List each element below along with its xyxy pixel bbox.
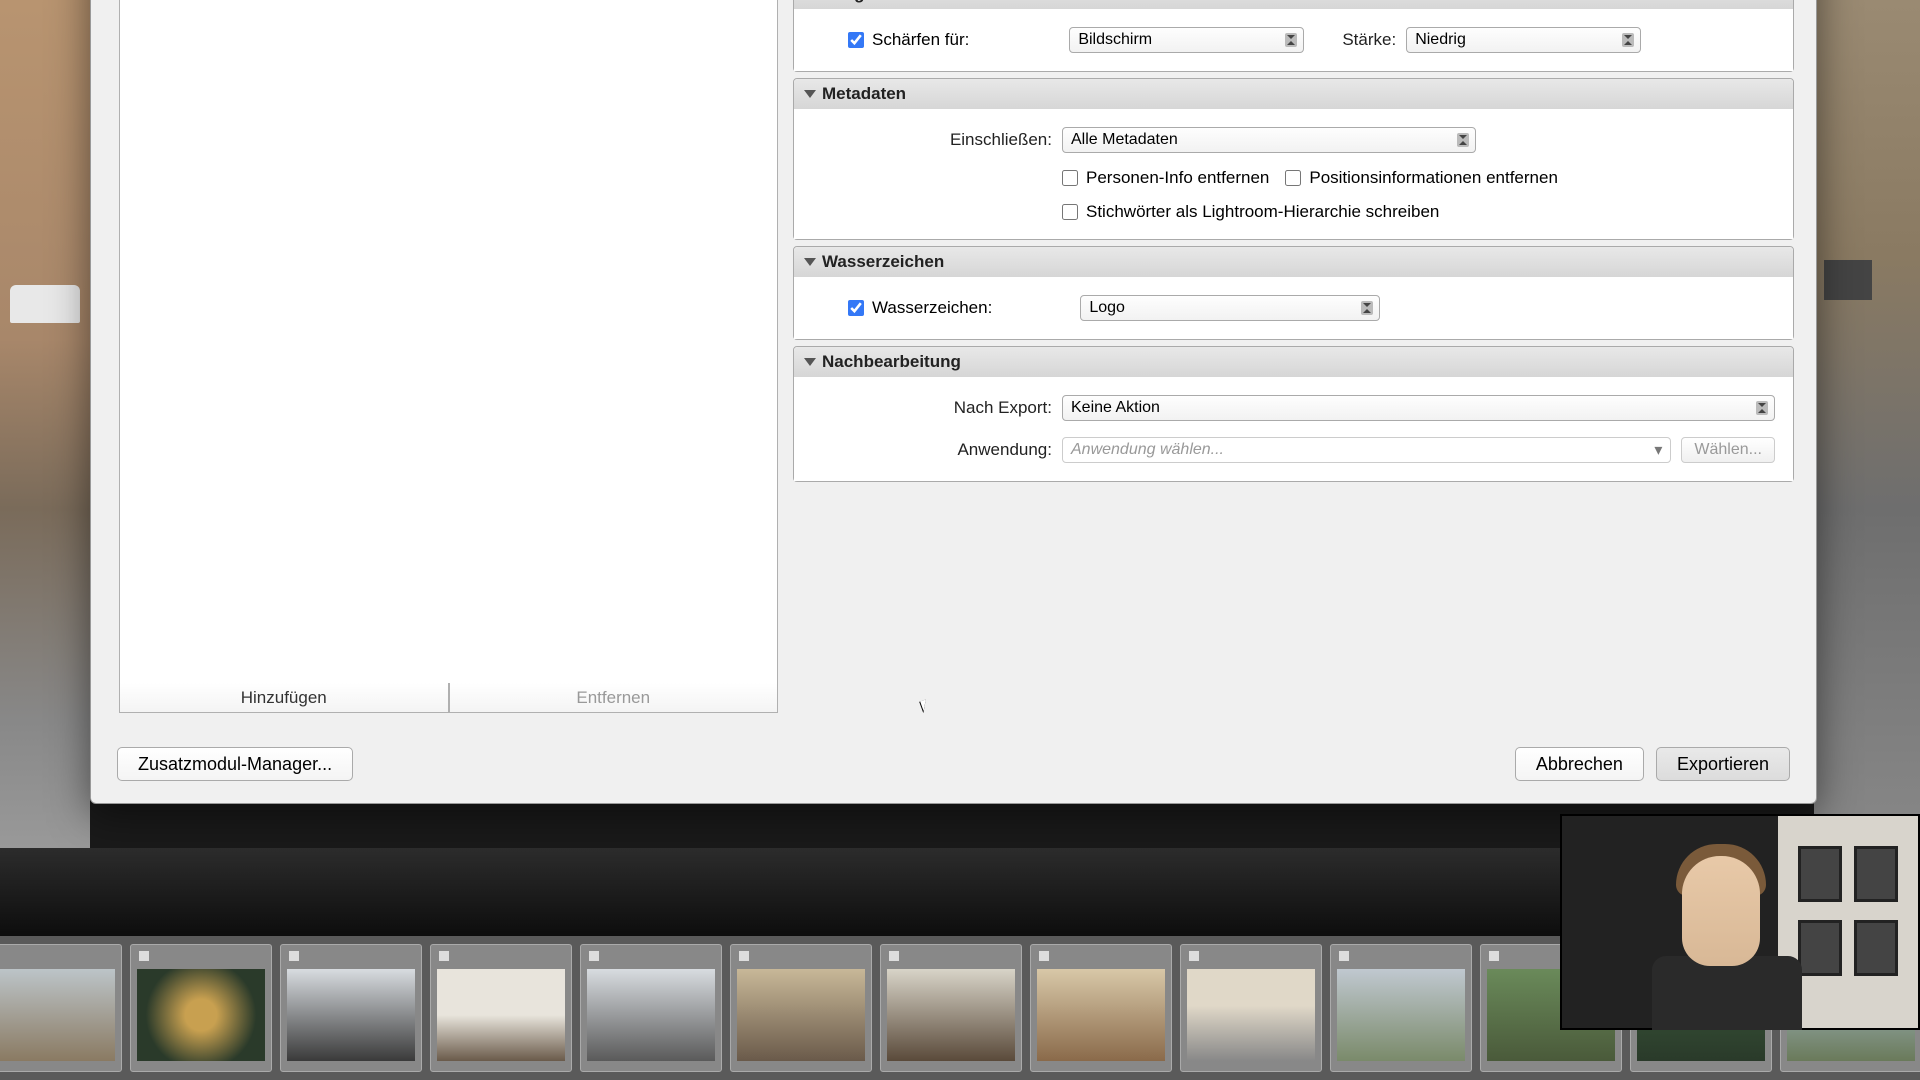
sharpen-amount-label: Stärke: [1342, 30, 1396, 50]
cancel-button[interactable]: Abbrechen [1515, 747, 1644, 781]
filmstrip-thumb[interactable] [580, 944, 722, 1072]
watermark-header[interactable]: Wasserzeichen [794, 247, 1793, 277]
remove-preset-button: Entfernen [449, 683, 779, 713]
export-dialog: Hinzufügen Entfernen Bildformat: JPEG Qu… [90, 0, 1817, 804]
webcam-overlay [1560, 814, 1920, 1030]
filmstrip-thumb[interactable] [880, 944, 1022, 1072]
remove-location-label: Positionsinformationen entfernen [1309, 168, 1558, 188]
watermark-checkbox[interactable] [848, 300, 864, 316]
sharpen-amount-select[interactable]: Niedrig [1406, 27, 1641, 53]
metadata-include-label: Einschließen: [812, 130, 1052, 150]
disclosure-triangle-icon [804, 358, 816, 366]
remove-person-label: Personen-Info entfernen [1086, 168, 1269, 188]
plugin-manager-button[interactable]: Zusatzmodul-Manager... [117, 747, 353, 781]
metadata-header[interactable]: Metadaten [794, 79, 1793, 109]
after-export-label: Nach Export: [812, 398, 1052, 418]
watermark-select[interactable]: Logo [1080, 295, 1380, 321]
filmstrip-thumb[interactable] [280, 944, 422, 1072]
filmstrip-thumb[interactable] [1180, 944, 1322, 1072]
settings-scroll: Bildformat: JPEG Qualität: Farbraum: sRG… [793, 0, 1794, 695]
sharpen-for-select[interactable]: Bildschirm [1069, 27, 1304, 53]
disclosure-triangle-icon [804, 90, 816, 98]
export-button[interactable]: Exportieren [1656, 747, 1790, 781]
sharpen-header[interactable]: Ausgabeschärfe [794, 0, 1793, 9]
post-processing-header[interactable]: Nachbearbeitung [794, 347, 1793, 377]
application-combo: Anwendung wählen... [1062, 437, 1671, 463]
add-preset-button[interactable]: Hinzufügen [119, 683, 449, 713]
remove-person-checkbox[interactable] [1062, 170, 1078, 186]
metadata-include-select[interactable]: Alle Metadaten [1062, 127, 1476, 153]
keywords-hierarchy-label: Stichwörter als Lightroom-Hierarchie sch… [1086, 202, 1439, 222]
filmstrip-thumb[interactable] [1330, 944, 1472, 1072]
filmstrip-thumb[interactable] [730, 944, 872, 1072]
watermark-label: Wasserzeichen: [872, 298, 992, 318]
after-export-select[interactable]: Keine Aktion [1062, 395, 1775, 421]
preset-list[interactable] [119, 0, 778, 697]
background-photo-right [1814, 0, 1920, 848]
choose-app-button: Wählen... [1681, 437, 1775, 463]
disclosure-triangle-icon [804, 258, 816, 266]
filmstrip-thumb[interactable] [430, 944, 572, 1072]
background-photo-left [0, 0, 90, 848]
filmstrip-thumb[interactable] [1030, 944, 1172, 1072]
filmstrip-thumb[interactable] [0, 944, 122, 1072]
keywords-hierarchy-checkbox[interactable] [1062, 204, 1078, 220]
application-label: Anwendung: [812, 440, 1052, 460]
sharpen-for-label: Schärfen für: [872, 30, 969, 50]
remove-location-checkbox[interactable] [1285, 170, 1301, 186]
filmstrip-thumb[interactable] [130, 944, 272, 1072]
sharpen-checkbox[interactable] [848, 32, 864, 48]
